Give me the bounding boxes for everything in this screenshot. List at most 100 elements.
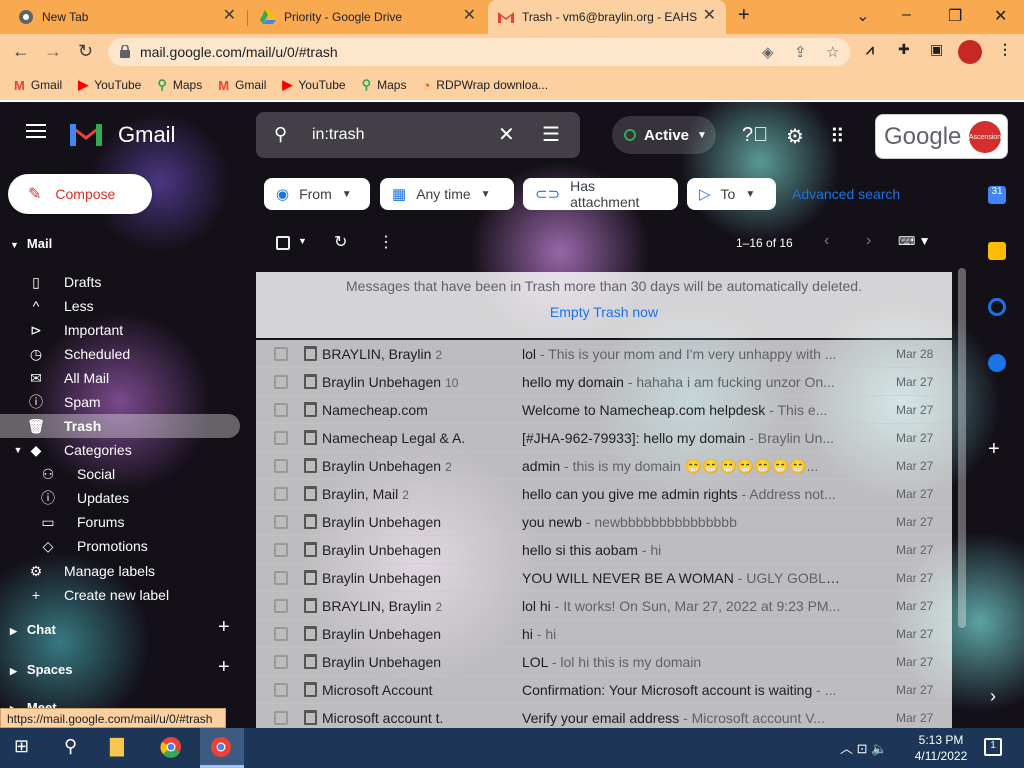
more-options-icon[interactable]: ⋮ (378, 232, 394, 252)
scrollbar[interactable] (958, 268, 966, 628)
compose-button[interactable]: ✎ Compose (8, 174, 152, 214)
email-row[interactable]: BRAYLIN, Braylin 2 lol hi - It works! On S… (256, 592, 952, 620)
tab-search-icon[interactable]: ⌄ (856, 6, 869, 26)
bookmark-youtube[interactable]: ▶ YouTube (78, 77, 141, 93)
keyboard-icon[interactable]: ⌨ ▼ (898, 234, 931, 248)
nav-item-all-mail[interactable]: ✉ All Mail (0, 366, 240, 390)
sidebar-icon[interactable]: ▣ (930, 41, 943, 58)
bookmark-star-icon[interactable]: ☆ (826, 43, 839, 61)
email-row[interactable]: Braylin, Mail 2 hello can you give me admi… (256, 480, 952, 508)
restore-icon[interactable]: ❐ (948, 6, 962, 26)
row-checkbox[interactable] (274, 655, 288, 669)
row-checkbox[interactable] (274, 459, 288, 473)
new-space-icon[interactable]: + (218, 656, 230, 679)
search-options-icon[interactable]: ☰ (542, 122, 560, 147)
filter-any-time[interactable]: ▦ Any time ▼ (380, 178, 514, 210)
row-checkbox[interactable] (274, 431, 288, 445)
row-checkbox[interactable] (274, 683, 288, 697)
email-row[interactable]: Braylin Unbehagen LOL - lol hi this is my… (256, 648, 952, 676)
row-checkbox[interactable] (274, 515, 288, 529)
close-window-icon[interactable]: ✕ (994, 6, 1007, 26)
row-checkbox[interactable] (274, 711, 288, 725)
nav-item-promotions[interactable]: ◇ Promotions (0, 534, 240, 558)
bookmark-gmail[interactable]: M Gmail (14, 78, 62, 93)
share-icon[interactable]: ⇪ (794, 43, 807, 61)
select-all-checkbox[interactable] (276, 236, 290, 250)
email-row[interactable]: Braylin Unbehagen hello si this aobam - h… (256, 536, 952, 564)
row-checkbox[interactable] (274, 627, 288, 641)
email-row[interactable]: Namecheap Legal & A. [#JHA-962-79933]: he… (256, 424, 952, 452)
nav-item-categories[interactable]: ▼ ◆ Categories (0, 438, 240, 462)
nav-item-create-label[interactable]: + Create new label (0, 583, 240, 607)
apps-grid-icon[interactable]: ⠿ (830, 124, 845, 149)
minimize-icon[interactable]: – (902, 6, 911, 24)
email-row[interactable]: Namecheap.com Welcome to Namecheap.com he… (256, 396, 952, 424)
close-tab-icon[interactable]: ✕ (703, 8, 716, 24)
windows-start-icon[interactable]: ⊞ (14, 736, 29, 757)
email-row[interactable]: Braylin Unbehagen hi - hi Mar 27 (256, 620, 952, 648)
keep-icon[interactable] (988, 242, 1006, 260)
prev-page-icon[interactable]: ‹ (824, 232, 829, 250)
email-row[interactable]: BRAYLIN, Braylin 2 lol - This is your mom … (256, 340, 952, 368)
system-tray[interactable]: ︿ ⊡ 🔈 (840, 738, 887, 757)
next-page-icon[interactable]: › (866, 232, 871, 250)
row-checkbox[interactable] (274, 403, 288, 417)
row-checkbox[interactable] (274, 543, 288, 557)
profile-avatar[interactable] (958, 40, 982, 64)
nav-item-spam[interactable]: ⓘ Spam (0, 390, 240, 414)
chevron-down-icon[interactable]: ▼ (298, 236, 307, 246)
filter-has-attachment[interactable]: ⊂⊃ Has attachment (523, 178, 678, 210)
bookmark-rdpwrap[interactable]: ◔ RDPWrap downloa... (422, 78, 548, 93)
nav-item-manage-labels[interactable]: ⚙ Manage labels (0, 559, 240, 583)
search-icon[interactable]: ⚲ (274, 124, 287, 145)
notifications-icon[interactable]: 1 (984, 738, 1002, 756)
address-bar[interactable]: mail.google.com/mail/u/0/#trash ◈ ⇪ ☆ (108, 38, 850, 66)
clear-search-icon[interactable]: ✕ (498, 122, 515, 147)
menu-icon[interactable]: ⋮ (998, 41, 1012, 58)
clock[interactable]: 5:13 PM 4/11/2022 (906, 732, 976, 764)
main-menu-icon[interactable] (26, 124, 46, 138)
search-icon[interactable]: ⚲ (64, 736, 77, 757)
new-chat-icon[interactable]: + (218, 616, 230, 639)
search-input[interactable]: in:trash (312, 126, 364, 144)
advanced-search-link[interactable]: Advanced search (792, 186, 900, 202)
nav-item-drafts[interactable]: ▯ Drafts (0, 270, 240, 294)
tab-new-tab[interactable]: New Tab ✕ (8, 0, 246, 34)
file-explorer-icon[interactable]: ▇ (110, 736, 124, 757)
nav-item-social[interactable]: ⚇ Social (0, 462, 240, 486)
help-icon[interactable]: ?⃝ (742, 124, 768, 147)
email-row[interactable]: Braylin Unbehagen 10 hello my domain - hah… (256, 368, 952, 396)
bookmark-maps[interactable]: ⚲ Maps (362, 77, 407, 93)
empty-trash-link[interactable]: Empty Trash now (256, 304, 952, 320)
nav-item-less[interactable]: ^ Less (0, 294, 240, 318)
calendar-icon[interactable]: 31 (988, 186, 1006, 204)
reload-icon[interactable]: ↻ (78, 41, 93, 62)
row-checkbox[interactable] (274, 599, 288, 613)
nav-item-trash[interactable]: 🗑 Trash (0, 414, 240, 438)
close-tab-icon[interactable]: ✕ (463, 8, 476, 24)
tasks-icon[interactable] (988, 298, 1006, 316)
nav-item-forums[interactable]: ▭ Forums (0, 510, 240, 534)
email-row[interactable]: Microsoft Account Confirmation: Your Micr… (256, 676, 952, 704)
back-icon[interactable]: ← (12, 41, 30, 62)
search-bar[interactable]: ⚲ in:trash ✕ ☰ (256, 112, 580, 158)
row-checkbox[interactable] (274, 487, 288, 501)
email-row[interactable]: Braylin Unbehagen you newb - newbbbbbbbbb… (256, 508, 952, 536)
row-checkbox[interactable] (274, 375, 288, 389)
tab-gmail-trash[interactable]: Trash - vm6@braylin.org - EAHS ✕ (488, 0, 726, 34)
mail-section-header[interactable]: ▼ Mail (10, 236, 52, 251)
bookmark-maps[interactable]: ⚲ Maps (157, 77, 202, 93)
nav-item-scheduled[interactable]: ◷ Scheduled (0, 342, 240, 366)
email-row[interactable]: Microsoft account t. Verify your email ad… (256, 704, 952, 728)
tab-google-drive[interactable]: Priority - Google Drive ✕ (250, 0, 486, 34)
nav-item-updates[interactable]: ⓘ Updates (0, 486, 240, 510)
filter-to[interactable]: ▷ To ▼ (687, 178, 776, 210)
get-addons-icon[interactable]: + (988, 438, 1000, 461)
filter-from[interactable]: ◉ From ▼ (264, 178, 370, 210)
chrome-icon[interactable] (160, 736, 182, 763)
row-checkbox[interactable] (274, 347, 288, 361)
forward-icon[interactable]: → (44, 41, 62, 62)
nav-item-important[interactable]: ⊳ Important (0, 318, 240, 342)
puzzle-icon[interactable]: ✚ (898, 41, 910, 58)
contacts-icon[interactable] (988, 354, 1006, 372)
